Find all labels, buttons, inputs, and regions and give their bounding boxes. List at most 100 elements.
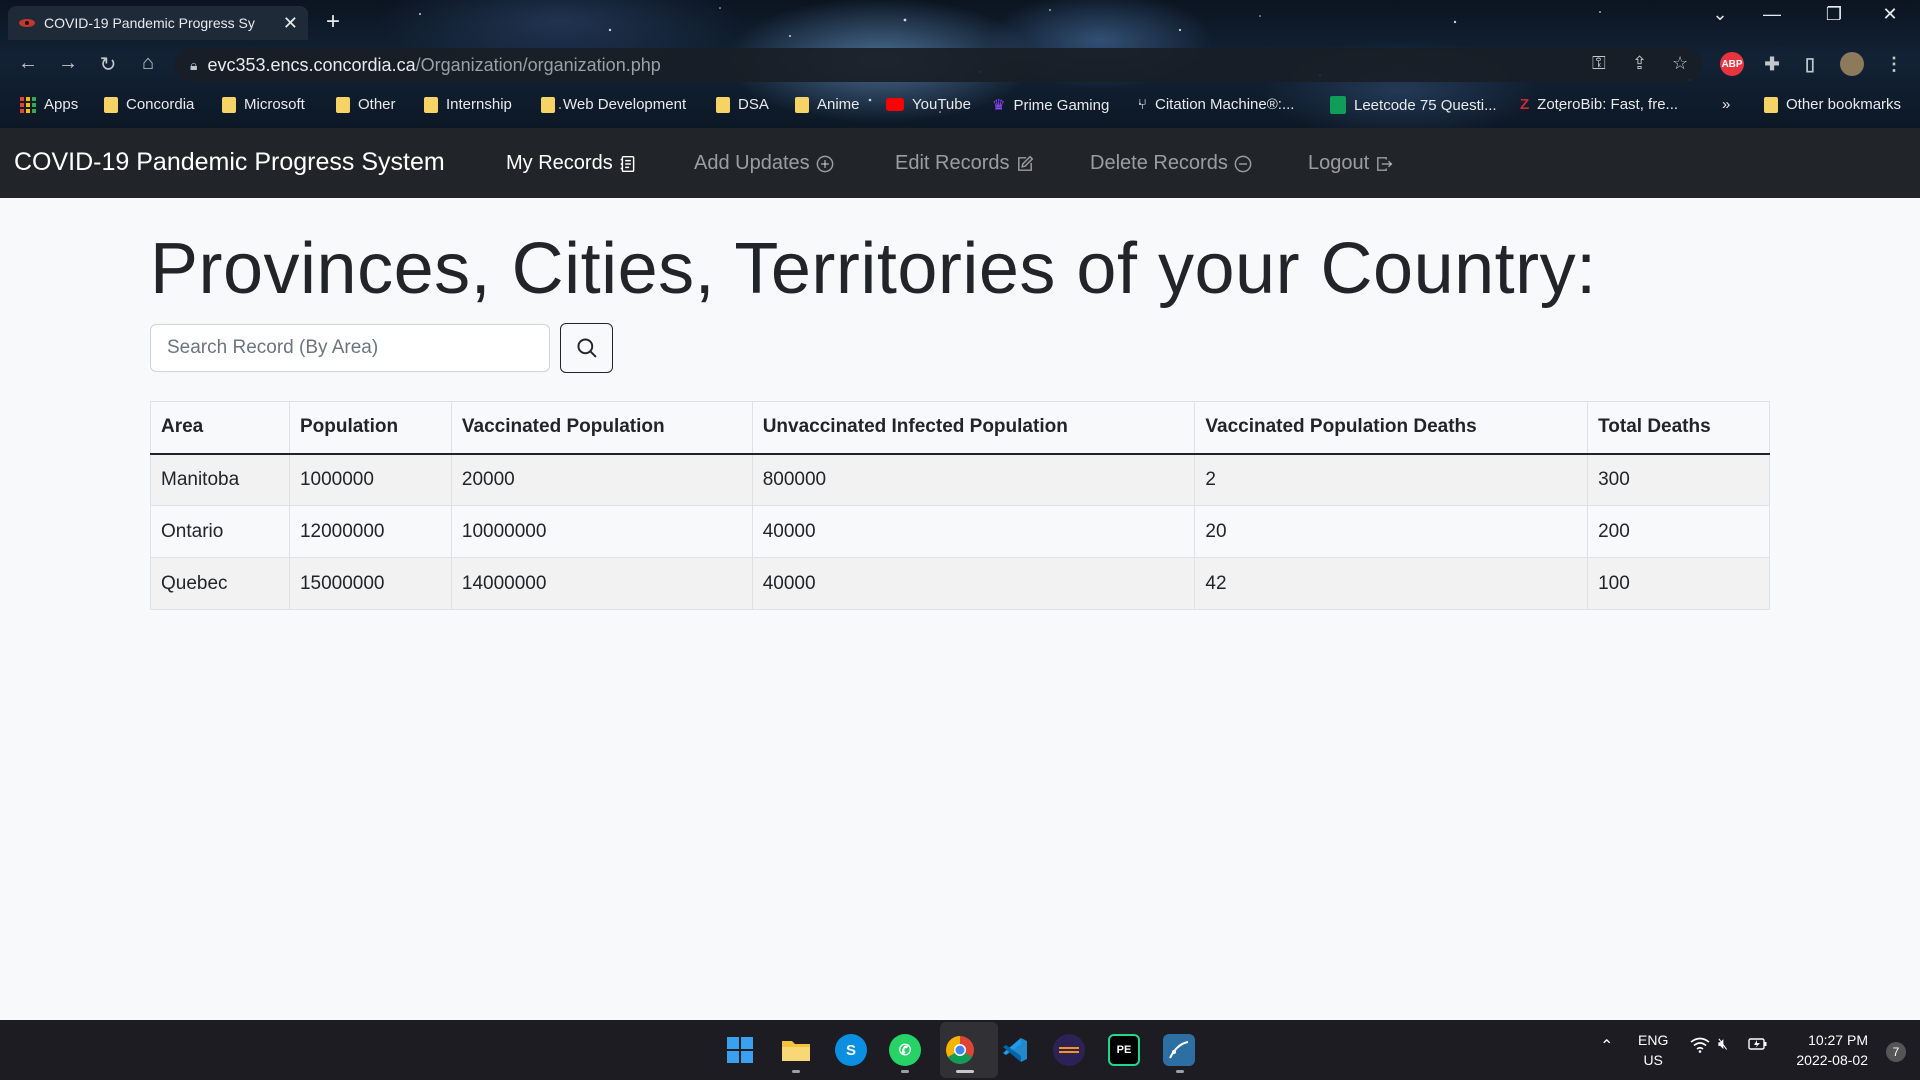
back-icon[interactable]: ←	[14, 52, 42, 75]
eclipse-icon[interactable]	[1053, 1034, 1085, 1066]
lock-icon[interactable]: 🔒︎	[190, 57, 197, 74]
vscode-icon[interactable]	[999, 1034, 1031, 1066]
bookmark-anime[interactable]: Anime	[795, 96, 860, 113]
nav-logout[interactable]: Logout	[1308, 152, 1393, 175]
restore-button[interactable]: ❐	[1814, 4, 1854, 25]
bookmark-label: Internship	[446, 96, 512, 113]
input-language-indicator[interactable]: ENG US	[1638, 1030, 1668, 1070]
file-explorer-icon[interactable]	[780, 1034, 812, 1066]
tab-close-icon[interactable]: ✕	[283, 13, 298, 34]
chrome-icon[interactable]	[944, 1034, 976, 1066]
search-input[interactable]	[150, 324, 550, 372]
url-host: evc353.encs.concordia.ca	[207, 54, 416, 75]
table-cell: 14000000	[450, 557, 753, 610]
bookmark-label: Other	[358, 96, 396, 113]
volume-muted-icon[interactable]: 🔇︎	[1718, 1036, 1728, 1054]
search-button[interactable]	[560, 323, 613, 373]
table-cell: 20	[1194, 505, 1589, 558]
new-tab-button[interactable]: +	[326, 8, 340, 36]
nav-link-label: Logout	[1308, 152, 1370, 174]
show-hidden-icons-chevron-icon[interactable]: ⌃	[1600, 1036, 1613, 1056]
sheets-icon	[1330, 96, 1346, 114]
adblock-plus-label: ABP	[1721, 58, 1743, 70]
citation-machine-icon: ⑂	[1138, 96, 1148, 113]
bookmark-concordia[interactable]: Concordia	[104, 96, 194, 113]
bookmark-youtube[interactable]: YouTube	[886, 96, 971, 113]
home-icon[interactable]: ⌂	[134, 52, 162, 75]
profile-avatar[interactable]	[1840, 52, 1864, 76]
system-clock[interactable]: 10:27 PM 2022-08-02	[1796, 1030, 1868, 1070]
table-cell: 40000	[751, 505, 1196, 558]
apps-grid-icon	[20, 96, 36, 113]
password-key-icon[interactable]: ⚿	[1592, 53, 1606, 74]
region-code: US	[1643, 1052, 1663, 1068]
forward-icon[interactable]: →	[54, 52, 82, 75]
zotero-icon: Z	[1520, 96, 1530, 113]
bookmarks-bar: Apps Concordia Microsoft Other Internshi…	[0, 92, 1920, 122]
tab-search-icon[interactable]: ⌄	[1700, 4, 1740, 25]
bookmark-web-development[interactable]: Web Development	[541, 96, 686, 113]
extensions-puzzle-icon[interactable]: ✚	[1760, 52, 1784, 76]
reload-icon[interactable]: ↻	[94, 52, 122, 77]
bookmark-apps[interactable]: Apps	[20, 96, 78, 113]
nav-link-label: Delete Records	[1090, 152, 1228, 174]
address-bar[interactable]: 🔒︎ evc353.encs.concordia.ca/Organization…	[174, 48, 1702, 82]
nav-add-updates[interactable]: Add Updates	[694, 152, 834, 175]
column-header-area: Area	[150, 401, 290, 455]
column-header-vaccinated-population: Vaccinated Population	[450, 401, 753, 455]
folder-icon	[1764, 96, 1778, 113]
bookmarks-overflow[interactable]: »	[1722, 96, 1730, 113]
table-cell: 15000000	[288, 557, 452, 610]
folder-icon	[104, 96, 118, 113]
running-indicator	[901, 1070, 909, 1073]
table-cell: 200	[1587, 505, 1770, 558]
clock-time: 10:27 PM	[1808, 1032, 1868, 1048]
nav-link-label: Edit Records	[895, 152, 1010, 174]
bookmark-dsa[interactable]: DSA	[716, 96, 769, 113]
battery-charging-icon[interactable]	[1748, 1037, 1768, 1054]
browser-tab[interactable]: COVID-19 Pandemic Progress Sy ✕	[8, 6, 308, 40]
bookmark-other-bookmarks[interactable]: Other bookmarks	[1764, 96, 1901, 113]
bookmark-prime-gaming[interactable]: ♛ Prime Gaming	[992, 96, 1109, 115]
nav-delete-records[interactable]: Delete Records	[1090, 152, 1252, 175]
folder-icon	[424, 96, 438, 113]
navbar-brand[interactable]: COVID-19 Pandemic Progress System	[14, 148, 445, 177]
whatsapp-icon[interactable]: ✆	[889, 1034, 921, 1066]
bookmark-citation-machine[interactable]: ⑂ Citation Machine®:...	[1138, 96, 1294, 113]
bookmark-zoterobib[interactable]: Z ZoteroBib: Fast, fre...	[1520, 96, 1678, 113]
notification-badge[interactable]: 7	[1886, 1042, 1906, 1062]
browser-toolbar: ← → ↻ ⌂ 🔒︎ evc353.encs.concordia.ca/Orga…	[0, 46, 1920, 84]
clock-date: 2022-08-02	[1796, 1052, 1868, 1068]
bookmark-internship[interactable]: Internship	[424, 96, 512, 113]
folder-icon	[541, 96, 555, 113]
nav-link-label: Add Updates	[694, 152, 810, 174]
bookmark-star-icon[interactable]: ☆	[1672, 53, 1688, 74]
table-cell: 800000	[751, 453, 1196, 506]
bookmark-other[interactable]: Other	[336, 96, 396, 113]
table-cell: Manitoba	[150, 453, 290, 506]
search-icon	[577, 338, 597, 358]
crown-icon: ♛	[992, 97, 1006, 114]
bookmark-label: DSA	[738, 96, 769, 113]
bookmark-microsoft[interactable]: Microsoft	[222, 96, 305, 113]
adblock-plus-icon[interactable]: ABP	[1720, 52, 1744, 76]
side-panel-icon[interactable]: ▯	[1798, 52, 1822, 76]
share-icon[interactable]: ⇪	[1632, 53, 1647, 74]
windows-start-icon[interactable]	[724, 1034, 756, 1066]
pycharm-edu-icon[interactable]: PE	[1108, 1034, 1140, 1066]
overflow-chevron-icon: »	[1722, 96, 1731, 113]
bookmark-label: YouTube	[912, 96, 971, 113]
wifi-icon[interactable]	[1690, 1037, 1710, 1058]
nav-my-records[interactable]: My Records	[506, 152, 637, 175]
column-header-population: Population	[288, 401, 452, 455]
nav-edit-records[interactable]: Edit Records	[895, 152, 1034, 175]
bookmark-leetcode[interactable]: Leetcode 75 Questi...	[1330, 96, 1497, 114]
minimize-button[interactable]: —	[1752, 4, 1792, 25]
mysql-workbench-icon[interactable]	[1163, 1034, 1195, 1066]
browser-menu-icon[interactable]: ⋮	[1882, 52, 1906, 76]
notification-count: 7	[1892, 1045, 1900, 1059]
bookmark-label: ZoteroBib: Fast, fre...	[1537, 96, 1679, 113]
running-indicator	[956, 1070, 974, 1073]
close-window-button[interactable]: ✕	[1870, 4, 1910, 25]
skype-icon[interactable]: S	[835, 1034, 867, 1066]
